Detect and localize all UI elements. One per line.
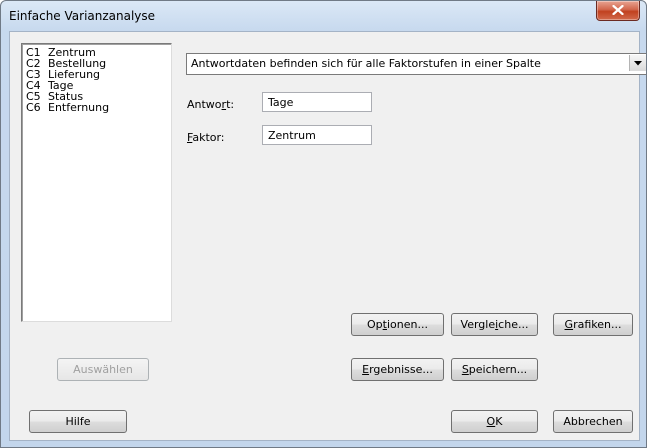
data-format-dropdown[interactable]: Antwortdaten befinden sich für alle Fakt… bbox=[186, 53, 646, 75]
response-field[interactable]: Tage bbox=[262, 92, 372, 112]
storage-button[interactable]: Speichern... bbox=[451, 358, 538, 381]
close-button[interactable] bbox=[596, 1, 640, 21]
options-button[interactable]: Optionen... bbox=[351, 313, 444, 336]
close-icon bbox=[612, 5, 624, 15]
response-label: Antwort: bbox=[187, 98, 235, 111]
ok-button[interactable]: OK bbox=[451, 410, 538, 433]
graphs-button[interactable]: Grafiken... bbox=[553, 313, 633, 336]
help-button[interactable]: Hilfe bbox=[29, 410, 127, 433]
results-button[interactable]: Ergebnisse... bbox=[351, 358, 444, 381]
select-button[interactable]: Auswählen bbox=[57, 358, 149, 381]
factor-field[interactable]: Zentrum bbox=[262, 125, 372, 145]
title-bar: Einfache Varianzanalyse bbox=[1, 1, 646, 31]
data-format-value: Antwortdaten befinden sich für alle Fakt… bbox=[191, 57, 541, 70]
dialog-client-area: C1 Zentrum C2 Bestellung C3 Lieferung C4… bbox=[9, 31, 646, 441]
column-code: C6 bbox=[26, 101, 41, 114]
variable-list[interactable]: C1 Zentrum C2 Bestellung C3 Lieferung C4… bbox=[21, 43, 172, 322]
chevron-down-icon bbox=[634, 61, 642, 66]
column-name: Entfernung bbox=[48, 101, 110, 114]
factor-value: Zentrum bbox=[268, 129, 316, 142]
factor-label: Faktor: bbox=[187, 131, 225, 144]
cancel-button[interactable]: Abbrechen bbox=[553, 410, 633, 433]
window-title: Einfache Varianzanalyse bbox=[9, 9, 156, 23]
dialog-window: Einfache Varianzanalyse C1 Zentrum C2 Be… bbox=[0, 0, 647, 448]
comparisons-button[interactable]: Vergleiche... bbox=[451, 313, 538, 336]
response-value: Tage bbox=[268, 96, 294, 109]
dropdown-arrow-button[interactable] bbox=[629, 55, 646, 71]
